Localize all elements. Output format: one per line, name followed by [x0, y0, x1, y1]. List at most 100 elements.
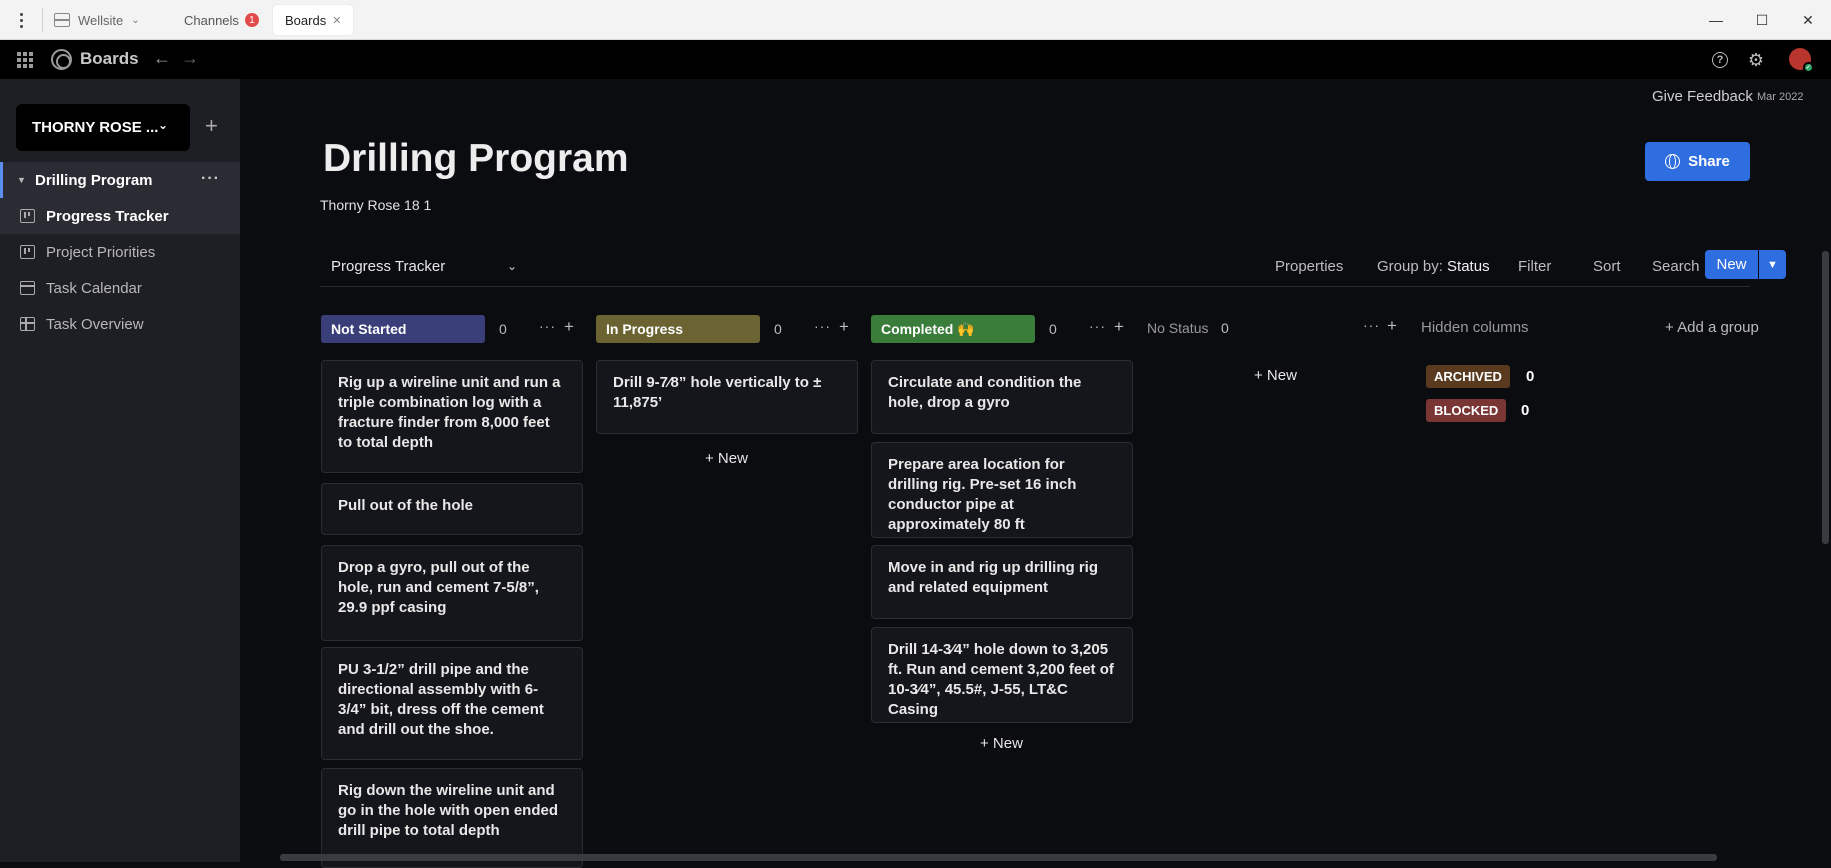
hidden-column-count: 0	[1526, 368, 1535, 385]
page-subtitle[interactable]: Thorny Rose 18 1	[320, 197, 431, 213]
server-icon	[54, 13, 70, 27]
sidebar-item-label: Drilling Program	[35, 171, 153, 189]
view-selector[interactable]: Progress Tracker ⌄	[331, 258, 517, 275]
view-toolbar: Progress Tracker ⌄ Properties Group by: …	[320, 249, 1786, 287]
sidebar-item-progress-tracker[interactable]: Progress Tracker	[0, 198, 240, 234]
unread-badge: 1	[244, 13, 259, 27]
horizontal-scrollbar[interactable]	[280, 854, 1717, 861]
add-card-icon[interactable]: +	[1114, 317, 1124, 337]
column-header-in-progress[interactable]: In Progress 0 ··· +	[596, 315, 858, 343]
board-card[interactable]: Rig down the wireline unit and go in the…	[321, 768, 583, 868]
board-card[interactable]: Drill 14-3⁄4” hole down to 3,205 ft. Run…	[871, 627, 1133, 723]
column-header-no-status[interactable]: No Status	[1147, 320, 1208, 336]
app-name: Boards	[80, 49, 139, 68]
workspace-switcher[interactable]: Wellsite ⌄	[54, 9, 140, 31]
apps-grid-icon[interactable]	[17, 52, 33, 68]
maximize-button[interactable]: ☐	[1739, 0, 1785, 40]
new-card-link[interactable]: + New	[980, 735, 1023, 752]
board-card[interactable]: Drop a gyro, pull out of the hole, run a…	[321, 545, 583, 641]
more-options-icon[interactable]: ···	[201, 170, 220, 188]
window-menu-icon[interactable]	[12, 10, 30, 30]
board-name: THORNY ROSE ...	[32, 119, 159, 136]
new-card-button[interactable]: New	[1705, 250, 1758, 279]
minimize-button[interactable]: —	[1693, 0, 1739, 40]
vertical-scrollbar[interactable]	[1822, 251, 1829, 544]
group-by-button[interactable]: Group by: Status	[1377, 258, 1490, 275]
column-count: 0	[499, 321, 507, 337]
sidebar-item-drilling-program[interactable]: ▼ Drilling Program ···	[0, 162, 240, 198]
status-label[interactable]: Completed 🙌	[871, 315, 1035, 343]
new-card-link[interactable]: + New	[705, 450, 748, 467]
status-label[interactable]: In Progress	[596, 315, 760, 343]
group-by-label: Group by:	[1377, 258, 1443, 275]
tab-boards[interactable]: Boards ✕	[273, 5, 354, 35]
back-arrow-icon[interactable]: ←	[153, 48, 171, 69]
board-card[interactable]: Prepare area location for drilling rig. …	[871, 442, 1133, 538]
window-titlebar: Wellsite ⌄ Channels 1 Boards ✕ — ☐ ✕	[0, 0, 1831, 40]
online-status-icon: ✓	[1803, 62, 1814, 73]
give-feedback-link[interactable]: Give Feedback	[1652, 88, 1753, 105]
board-main: Give Feedback Mar 2022 Drilling Program …	[240, 79, 1831, 868]
caret-down-icon[interactable]: ▼	[17, 175, 26, 185]
hidden-columns-label: Hidden columns	[1421, 319, 1529, 336]
sidebar-item-task-overview[interactable]: Task Overview	[0, 306, 240, 342]
add-card-icon[interactable]: +	[564, 317, 574, 337]
workspace-name: Wellsite	[78, 12, 124, 28]
more-options-icon[interactable]: ···	[814, 318, 831, 334]
hidden-column-blocked[interactable]: BLOCKED	[1426, 399, 1507, 422]
board-switcher[interactable]: THORNY ROSE ... ⌄	[16, 104, 190, 151]
hidden-column-count: 0	[1521, 402, 1530, 419]
board-card[interactable]: Circulate and condition the hole, drop a…	[871, 360, 1133, 434]
filter-button[interactable]: Filter	[1518, 258, 1551, 275]
chevron-down-icon: ⌄	[507, 259, 518, 273]
settings-gear-icon[interactable]: ⚙	[1746, 50, 1766, 70]
board-icon	[20, 209, 35, 223]
boards-logo-icon	[51, 49, 72, 70]
tab-label: Boards	[285, 12, 327, 28]
group-by-value: Status	[1447, 258, 1490, 275]
board-card[interactable]: Pull out of the hole	[321, 483, 583, 535]
tab-label: Channels	[184, 12, 239, 28]
chevron-down-icon: ⌄	[157, 118, 168, 132]
more-options-icon[interactable]: ···	[1089, 318, 1106, 334]
more-options-icon[interactable]: ···	[539, 318, 556, 334]
add-card-icon[interactable]: +	[839, 317, 849, 337]
more-options-icon[interactable]: ···	[1363, 317, 1380, 333]
add-group-button[interactable]: + Add a group	[1665, 319, 1759, 336]
close-window-button[interactable]: ✕	[1785, 0, 1831, 40]
tab-channels[interactable]: Channels 1	[172, 5, 271, 35]
add-board-button[interactable]: +	[205, 113, 218, 139]
new-template-dropdown[interactable]: ▼	[1759, 250, 1786, 279]
status-label[interactable]: Not Started	[321, 315, 485, 343]
sidebar: THORNY ROSE ... ⌄ + ▼ Drilling Program ·…	[0, 79, 240, 862]
new-card-link[interactable]: + New	[1254, 367, 1297, 384]
sidebar-item-task-calendar[interactable]: Task Calendar	[0, 270, 240, 306]
sidebar-item-label: Task Calendar	[46, 279, 142, 297]
sidebar-item-label: Progress Tracker	[46, 207, 169, 225]
globe-icon	[1665, 154, 1681, 169]
column-header-not-started[interactable]: Not Started 0 ··· +	[321, 315, 583, 343]
column-header-completed[interactable]: Completed 🙌 0 ··· +	[871, 315, 1133, 343]
board-card[interactable]: Move in and rig up drilling rig and rela…	[871, 545, 1133, 619]
search-button[interactable]: Search	[1652, 258, 1700, 275]
chevron-down-icon: ▼	[1767, 258, 1778, 271]
board-card[interactable]: Drill 9-7⁄8” hole vertically to ± 11,875…	[596, 360, 858, 434]
calendar-icon	[20, 281, 35, 295]
close-tab-icon[interactable]: ✕	[332, 14, 341, 27]
properties-button[interactable]: Properties	[1275, 258, 1343, 275]
table-icon	[20, 317, 35, 331]
user-avatar[interactable]: ✓	[1789, 48, 1814, 73]
forward-arrow-icon[interactable]: →	[181, 48, 199, 69]
page-title[interactable]: Drilling Program	[323, 137, 629, 181]
app-bar: Boards ← → ? ⚙ ✓	[0, 40, 1831, 79]
column-count: 0	[1221, 320, 1229, 336]
sort-button[interactable]: Sort	[1593, 258, 1621, 275]
sidebar-item-project-priorities[interactable]: Project Priorities	[0, 234, 240, 270]
share-button[interactable]: Share	[1645, 142, 1750, 181]
add-card-icon[interactable]: +	[1387, 316, 1397, 336]
divider	[42, 8, 43, 32]
help-icon[interactable]: ?	[1710, 50, 1730, 70]
board-card[interactable]: PU 3-1/2” drill pipe and the directional…	[321, 647, 583, 760]
board-card[interactable]: Rig up a wireline unit and run a triple …	[321, 360, 583, 473]
hidden-column-archived[interactable]: ARCHIVED	[1426, 365, 1510, 388]
